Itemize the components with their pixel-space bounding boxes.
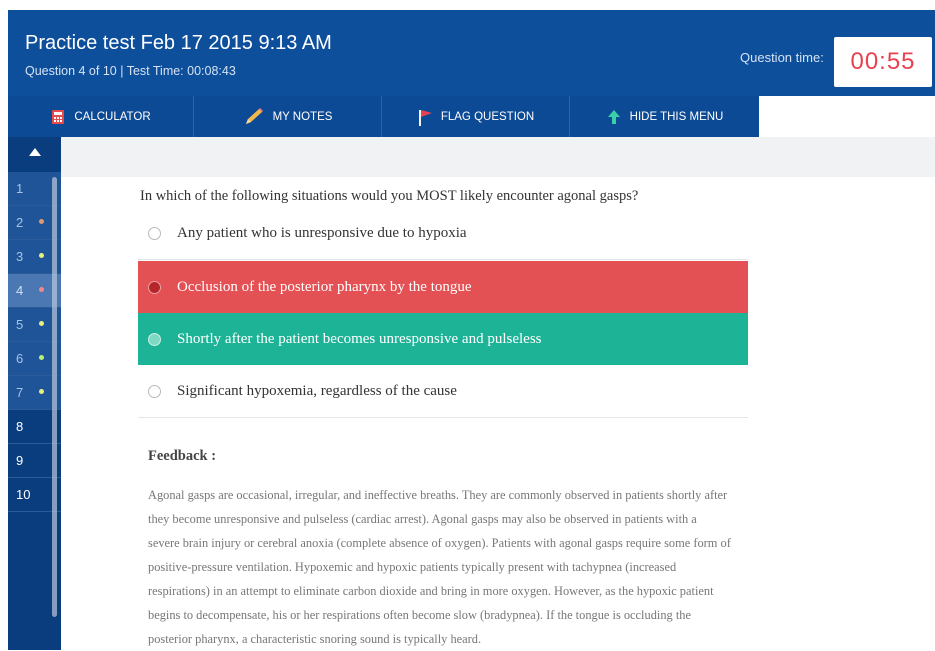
answered-indicator-dot — [39, 219, 44, 224]
caret-up-icon — [28, 143, 41, 161]
feedback-line: positive-pressure ventilation. Hypoxemic… — [148, 560, 677, 574]
question-header-bar — [61, 137, 935, 177]
answer-option[interactable]: Occlusion of the posterior pharynx by th… — [138, 261, 748, 313]
question-number: 3 — [16, 249, 24, 264]
hide-menu-label: HIDE THIS MENU — [629, 110, 724, 123]
test-progress: Question 4 of 10 | Test Time: 00:08:43 — [25, 64, 236, 78]
my-notes-button[interactable]: MY NOTES — [194, 96, 382, 137]
question-time-label: Question time: — [740, 50, 824, 65]
radio-button[interactable] — [148, 280, 161, 294]
navigator-scrollbar[interactable] — [52, 177, 57, 617]
answered-indicator-dot — [39, 389, 44, 394]
answered-indicator-dot — [39, 253, 44, 258]
arrow-up-icon — [606, 109, 622, 125]
calculator-button[interactable]: CALCULATOR — [8, 96, 194, 137]
answer-option-text: Shortly after the patient becomes unresp… — [177, 330, 542, 347]
flag-icon — [417, 109, 433, 126]
question-number: 5 — [16, 317, 24, 332]
feedback-line: respirations) in an attempt to eliminate… — [148, 584, 714, 598]
calculator-icon — [50, 109, 66, 125]
radio-button[interactable] — [148, 227, 161, 240]
feedback-line: posterior pharynx, a characteristic snor… — [148, 632, 482, 646]
question-number: 4 — [16, 283, 24, 298]
test-title: Practice test Feb 17 2015 9:13 AM — [25, 32, 332, 54]
answer-option-text: Occlusion of the posterior pharynx by th… — [177, 278, 472, 295]
flag-question-label: FLAG QUESTION — [440, 110, 535, 123]
question-number: 1 — [16, 181, 24, 196]
feedback-line: severe brain injury or cerebral anoxia (… — [148, 536, 731, 550]
toolbar: CALCULATOR MY NOTES FLAG QUESTION HIDE T… — [8, 96, 759, 137]
question-navigator: 1 2 3 4 5 6 7 8 9 10 — [8, 137, 61, 650]
pencil-icon — [243, 107, 265, 127]
radio-button[interactable] — [148, 332, 161, 346]
feedback-line: Agonal gasps are occasional, irregular, … — [148, 488, 728, 502]
question-number: 10 — [16, 487, 31, 502]
feedback-title: Feedback : — [148, 448, 217, 464]
answer-option-text: Any patient who is unresponsive due to h… — [177, 225, 467, 241]
question-number: 8 — [16, 419, 24, 434]
header: Practice test Feb 17 2015 9:13 AM Questi… — [8, 10, 935, 96]
radio-button[interactable] — [148, 385, 161, 398]
my-notes-label: MY NOTES — [272, 110, 333, 123]
answer-option-text: Significant hypoxemia, regardless of the… — [177, 383, 457, 399]
question-text: In which of the following situations wou… — [140, 188, 639, 204]
question-number: 7 — [16, 385, 24, 400]
answered-indicator-dot — [39, 355, 44, 360]
question-number: 6 — [16, 351, 24, 366]
flag-question-button[interactable]: FLAG QUESTION — [382, 96, 570, 137]
answered-indicator-dot — [39, 321, 44, 326]
answer-option[interactable]: Any patient who is unresponsive due to h… — [138, 208, 748, 260]
hide-menu-button[interactable]: HIDE THIS MENU — [570, 96, 759, 137]
answer-option[interactable]: Shortly after the patient becomes unresp… — [138, 313, 748, 365]
feedback-text: Agonal gasps are occasional, irregular, … — [148, 483, 863, 651]
feedback-line: begins to decompensate, his or her respi… — [148, 608, 691, 622]
navigator-scroll-up[interactable] — [8, 137, 61, 167]
question-number: 9 — [16, 453, 24, 468]
feedback-line: they become unresponsive and pulseless (… — [148, 512, 697, 526]
answer-option[interactable]: Significant hypoxemia, regardless of the… — [138, 366, 748, 418]
question-timer: 00:55 — [834, 37, 932, 87]
answered-indicator-dot — [39, 287, 44, 292]
question-number: 2 — [16, 215, 24, 230]
calculator-label: CALCULATOR — [74, 110, 151, 123]
